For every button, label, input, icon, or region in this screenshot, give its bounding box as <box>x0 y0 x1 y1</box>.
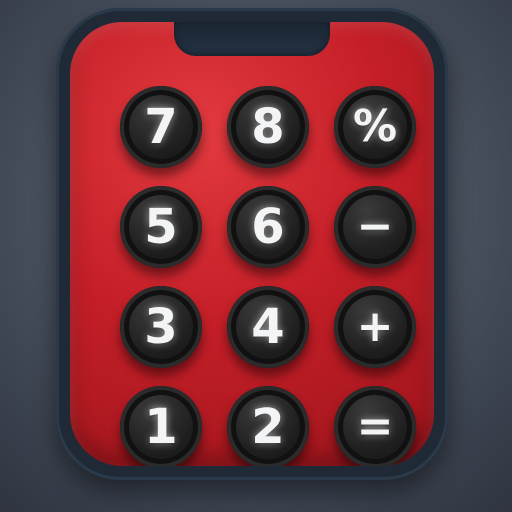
key-label: 2 <box>251 399 285 455</box>
key-label: 8 <box>251 99 285 155</box>
calculator-face: 7 8 % 5 6 − 3 4 + 1 2 = <box>70 22 434 466</box>
key-5-button[interactable]: 5 <box>120 186 202 268</box>
key-label: 1 <box>144 399 178 455</box>
key-label: 7 <box>144 99 178 155</box>
calculator-device: 7 8 % 5 6 − 3 4 + 1 2 = <box>56 8 448 480</box>
minus-icon: − <box>356 201 394 252</box>
percent-button[interactable]: % <box>334 86 416 168</box>
key-label: 5 <box>144 199 178 255</box>
key-8-button[interactable]: 8 <box>227 86 309 168</box>
key-1-button[interactable]: 1 <box>120 386 202 466</box>
plus-button[interactable]: + <box>334 286 416 368</box>
equals-icon: = <box>356 401 394 452</box>
key-6-button[interactable]: 6 <box>227 186 309 268</box>
key-label: 4 <box>251 299 285 355</box>
minus-button[interactable]: − <box>334 186 416 268</box>
key-2-button[interactable]: 2 <box>227 386 309 466</box>
key-7-button[interactable]: 7 <box>120 86 202 168</box>
display-notch <box>174 22 330 56</box>
key-label: 6 <box>251 199 285 255</box>
percent-icon: % <box>352 101 398 152</box>
equals-button[interactable]: = <box>334 386 416 466</box>
keypad: 7 8 % 5 6 − 3 4 + 1 2 = <box>120 86 418 466</box>
key-4-button[interactable]: 4 <box>227 286 309 368</box>
plus-icon: + <box>356 301 394 352</box>
key-3-button[interactable]: 3 <box>120 286 202 368</box>
key-label: 3 <box>144 299 178 355</box>
